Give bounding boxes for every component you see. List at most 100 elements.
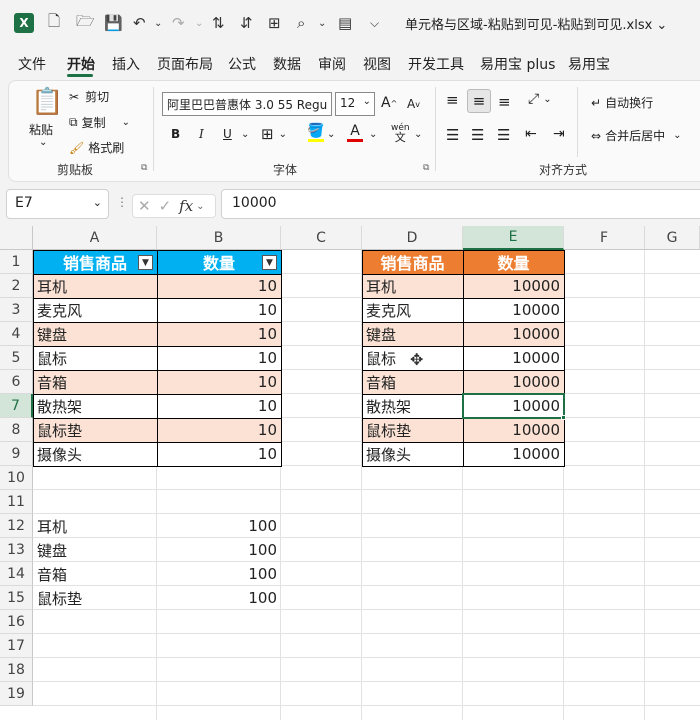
- table1-cell-product[interactable]: 音箱: [33, 370, 157, 394]
- tab-view[interactable]: 视图: [363, 54, 391, 74]
- column-header-f[interactable]: F: [564, 226, 645, 250]
- list-cell-quantity[interactable]: 100: [157, 514, 281, 538]
- phonetic-button[interactable]: wén 文: [391, 123, 410, 143]
- paste-button[interactable]: 粘贴: [29, 121, 53, 138]
- table2-cell-product[interactable]: 耳机: [362, 274, 463, 298]
- shrink-font-button[interactable]: Av: [407, 97, 420, 111]
- row-header-18[interactable]: 18: [0, 658, 33, 682]
- table2-cell-product[interactable]: 键盘: [362, 322, 463, 346]
- row-header-1[interactable]: 1: [0, 250, 33, 274]
- tab-formulas[interactable]: 公式: [228, 54, 256, 74]
- column-header-d[interactable]: D: [362, 226, 463, 250]
- increase-indent-button[interactable]: ⇥: [553, 126, 565, 142]
- table2-cell-product[interactable]: 散热架: [362, 394, 463, 418]
- open-folder-icon[interactable]: 🗁: [76, 12, 95, 34]
- filter-dropdown-icon[interactable]: ▼: [138, 255, 153, 270]
- row-header-15[interactable]: 15: [0, 586, 33, 610]
- list-cell-product[interactable]: 鼠标垫: [33, 586, 157, 610]
- font-size-select[interactable]: 12 ⌄: [335, 92, 375, 116]
- align-center-button[interactable]: ☰: [471, 126, 484, 144]
- table1-cell-quantity[interactable]: 10: [157, 442, 281, 466]
- table1-cell-product[interactable]: 散热架: [33, 394, 157, 418]
- fill-color-dropdown-icon[interactable]: ⌄: [327, 129, 335, 140]
- clipboard-launcher-icon[interactable]: ⧉: [141, 163, 147, 173]
- find-icon[interactable]: ⌕: [297, 12, 305, 34]
- table2-cell-quantity[interactable]: 10000: [463, 442, 564, 466]
- cancel-icon[interactable]: ✕: [138, 197, 151, 215]
- decrease-indent-button[interactable]: ⇤: [525, 126, 537, 142]
- paste-dropdown-icon[interactable]: ⌄: [39, 137, 47, 148]
- table1-cell-product[interactable]: 鼠标: [33, 346, 157, 370]
- tab-data[interactable]: 数据: [273, 54, 301, 74]
- row-header-7[interactable]: 7: [0, 394, 33, 418]
- new-file-icon[interactable]: 🗋: [48, 12, 60, 34]
- table1-cell-quantity[interactable]: 10: [157, 370, 281, 394]
- table1-cell-quantity[interactable]: 10: [157, 418, 281, 442]
- redo-dropdown-icon[interactable]: ⌄: [195, 12, 203, 34]
- filter-dropdown-icon[interactable]: ▼: [262, 255, 277, 270]
- name-box[interactable]: E7 ⌄: [6, 189, 109, 219]
- row-header-16[interactable]: 16: [0, 610, 33, 634]
- worksheet-grid[interactable]: A B C D E F G 1 2 3 4 5 6 7 8 9 10 11 12 13 14 15 16 17 18 19 销售商品…: [0, 226, 700, 720]
- form-icon[interactable]: ▤: [338, 12, 352, 34]
- underline-dropdown-icon[interactable]: ⌄: [241, 129, 249, 140]
- table1-cell-product[interactable]: 麦克风: [33, 298, 157, 322]
- cut-button[interactable]: ✂ 剪切: [69, 88, 109, 105]
- font-color-button[interactable]: A: [347, 123, 363, 142]
- row-header-3[interactable]: 3: [0, 298, 33, 322]
- borders-button[interactable]: ⊞ ⌄: [261, 125, 287, 143]
- wrap-text-button[interactable]: ↵ 自动换行: [591, 94, 653, 111]
- tab-insert[interactable]: 插入: [112, 54, 140, 74]
- align-bottom-button[interactable]: ≡: [498, 93, 511, 111]
- table1-cell-quantity[interactable]: 10: [157, 322, 281, 346]
- font-name-select[interactable]: 阿里巴巴普惠体 3.0 55 Regu: [162, 92, 332, 116]
- table1-cell-product[interactable]: 鼠标垫: [33, 418, 157, 442]
- list-cell-quantity[interactable]: 100: [157, 538, 281, 562]
- window-title[interactable]: 单元格与区域-粘贴到可见-粘贴到可见.xlsx ⌄: [405, 14, 667, 33]
- fill-color-button[interactable]: 🪣: [307, 123, 324, 142]
- table2-cell-quantity[interactable]: 10000: [463, 322, 564, 346]
- italic-button[interactable]: I: [199, 127, 204, 141]
- tab-home[interactable]: 开始: [67, 54, 95, 74]
- row-header-6[interactable]: 6: [0, 370, 33, 394]
- table1-cell-product[interactable]: 键盘: [33, 322, 157, 346]
- phonetic-dropdown-icon[interactable]: ⌄: [414, 129, 422, 140]
- fill-handle[interactable]: [561, 415, 566, 420]
- undo-dropdown-icon[interactable]: ⌄: [154, 12, 162, 34]
- row-header-5[interactable]: 5: [0, 346, 33, 370]
- align-middle-button[interactable]: ≡: [467, 89, 491, 113]
- tab-easyuse-plus[interactable]: 易用宝 plus: [480, 54, 555, 74]
- insert-function-icon[interactable]: fx: [179, 197, 193, 215]
- merge-center-button[interactable]: ⇔ 合并后居中 ⌄: [591, 127, 681, 144]
- table1-cell-product[interactable]: 摄像头: [33, 442, 157, 466]
- list-cell-product[interactable]: 音箱: [33, 562, 157, 586]
- row-header-17[interactable]: 17: [0, 634, 33, 658]
- table2-cell-quantity[interactable]: 10000: [463, 346, 564, 370]
- selected-cell-e7[interactable]: [462, 393, 565, 419]
- enter-icon[interactable]: ✓: [159, 197, 172, 215]
- align-top-button[interactable]: ≡: [446, 91, 459, 109]
- row-header-13[interactable]: 13: [0, 538, 33, 562]
- list-cell-quantity[interactable]: 100: [157, 562, 281, 586]
- row-header-10[interactable]: 10: [0, 466, 33, 490]
- table2-cell-product[interactable]: 摄像头: [362, 442, 463, 466]
- table2-header-cell[interactable]: 数量: [463, 250, 564, 274]
- sort-ascending-icon[interactable]: ⇅: [212, 12, 225, 34]
- table2-cell-quantity[interactable]: 10000: [463, 370, 564, 394]
- save-icon[interactable]: 💾: [104, 12, 123, 34]
- row-header-11[interactable]: 11: [0, 490, 33, 514]
- table2-cell-product[interactable]: 鼠标垫: [362, 418, 463, 442]
- column-header-a[interactable]: A: [33, 226, 157, 250]
- bold-button[interactable]: B: [171, 127, 180, 141]
- tab-file[interactable]: 文件: [18, 54, 46, 74]
- tab-page-layout[interactable]: 页面布局: [157, 54, 213, 74]
- table1-cell-quantity[interactable]: 10: [157, 394, 281, 418]
- table1-cell-product[interactable]: 耳机: [33, 274, 157, 298]
- font-color-dropdown-icon[interactable]: ⌄: [369, 129, 377, 140]
- copy-button[interactable]: ⧉ 复制 ⌄: [69, 114, 130, 131]
- sort-descending-icon[interactable]: ⇵: [240, 12, 253, 34]
- column-header-b[interactable]: B: [157, 226, 281, 250]
- tab-easyuse[interactable]: 易用宝: [568, 54, 610, 74]
- tab-review[interactable]: 审阅: [318, 54, 346, 74]
- table2-cell-quantity[interactable]: 10000: [463, 298, 564, 322]
